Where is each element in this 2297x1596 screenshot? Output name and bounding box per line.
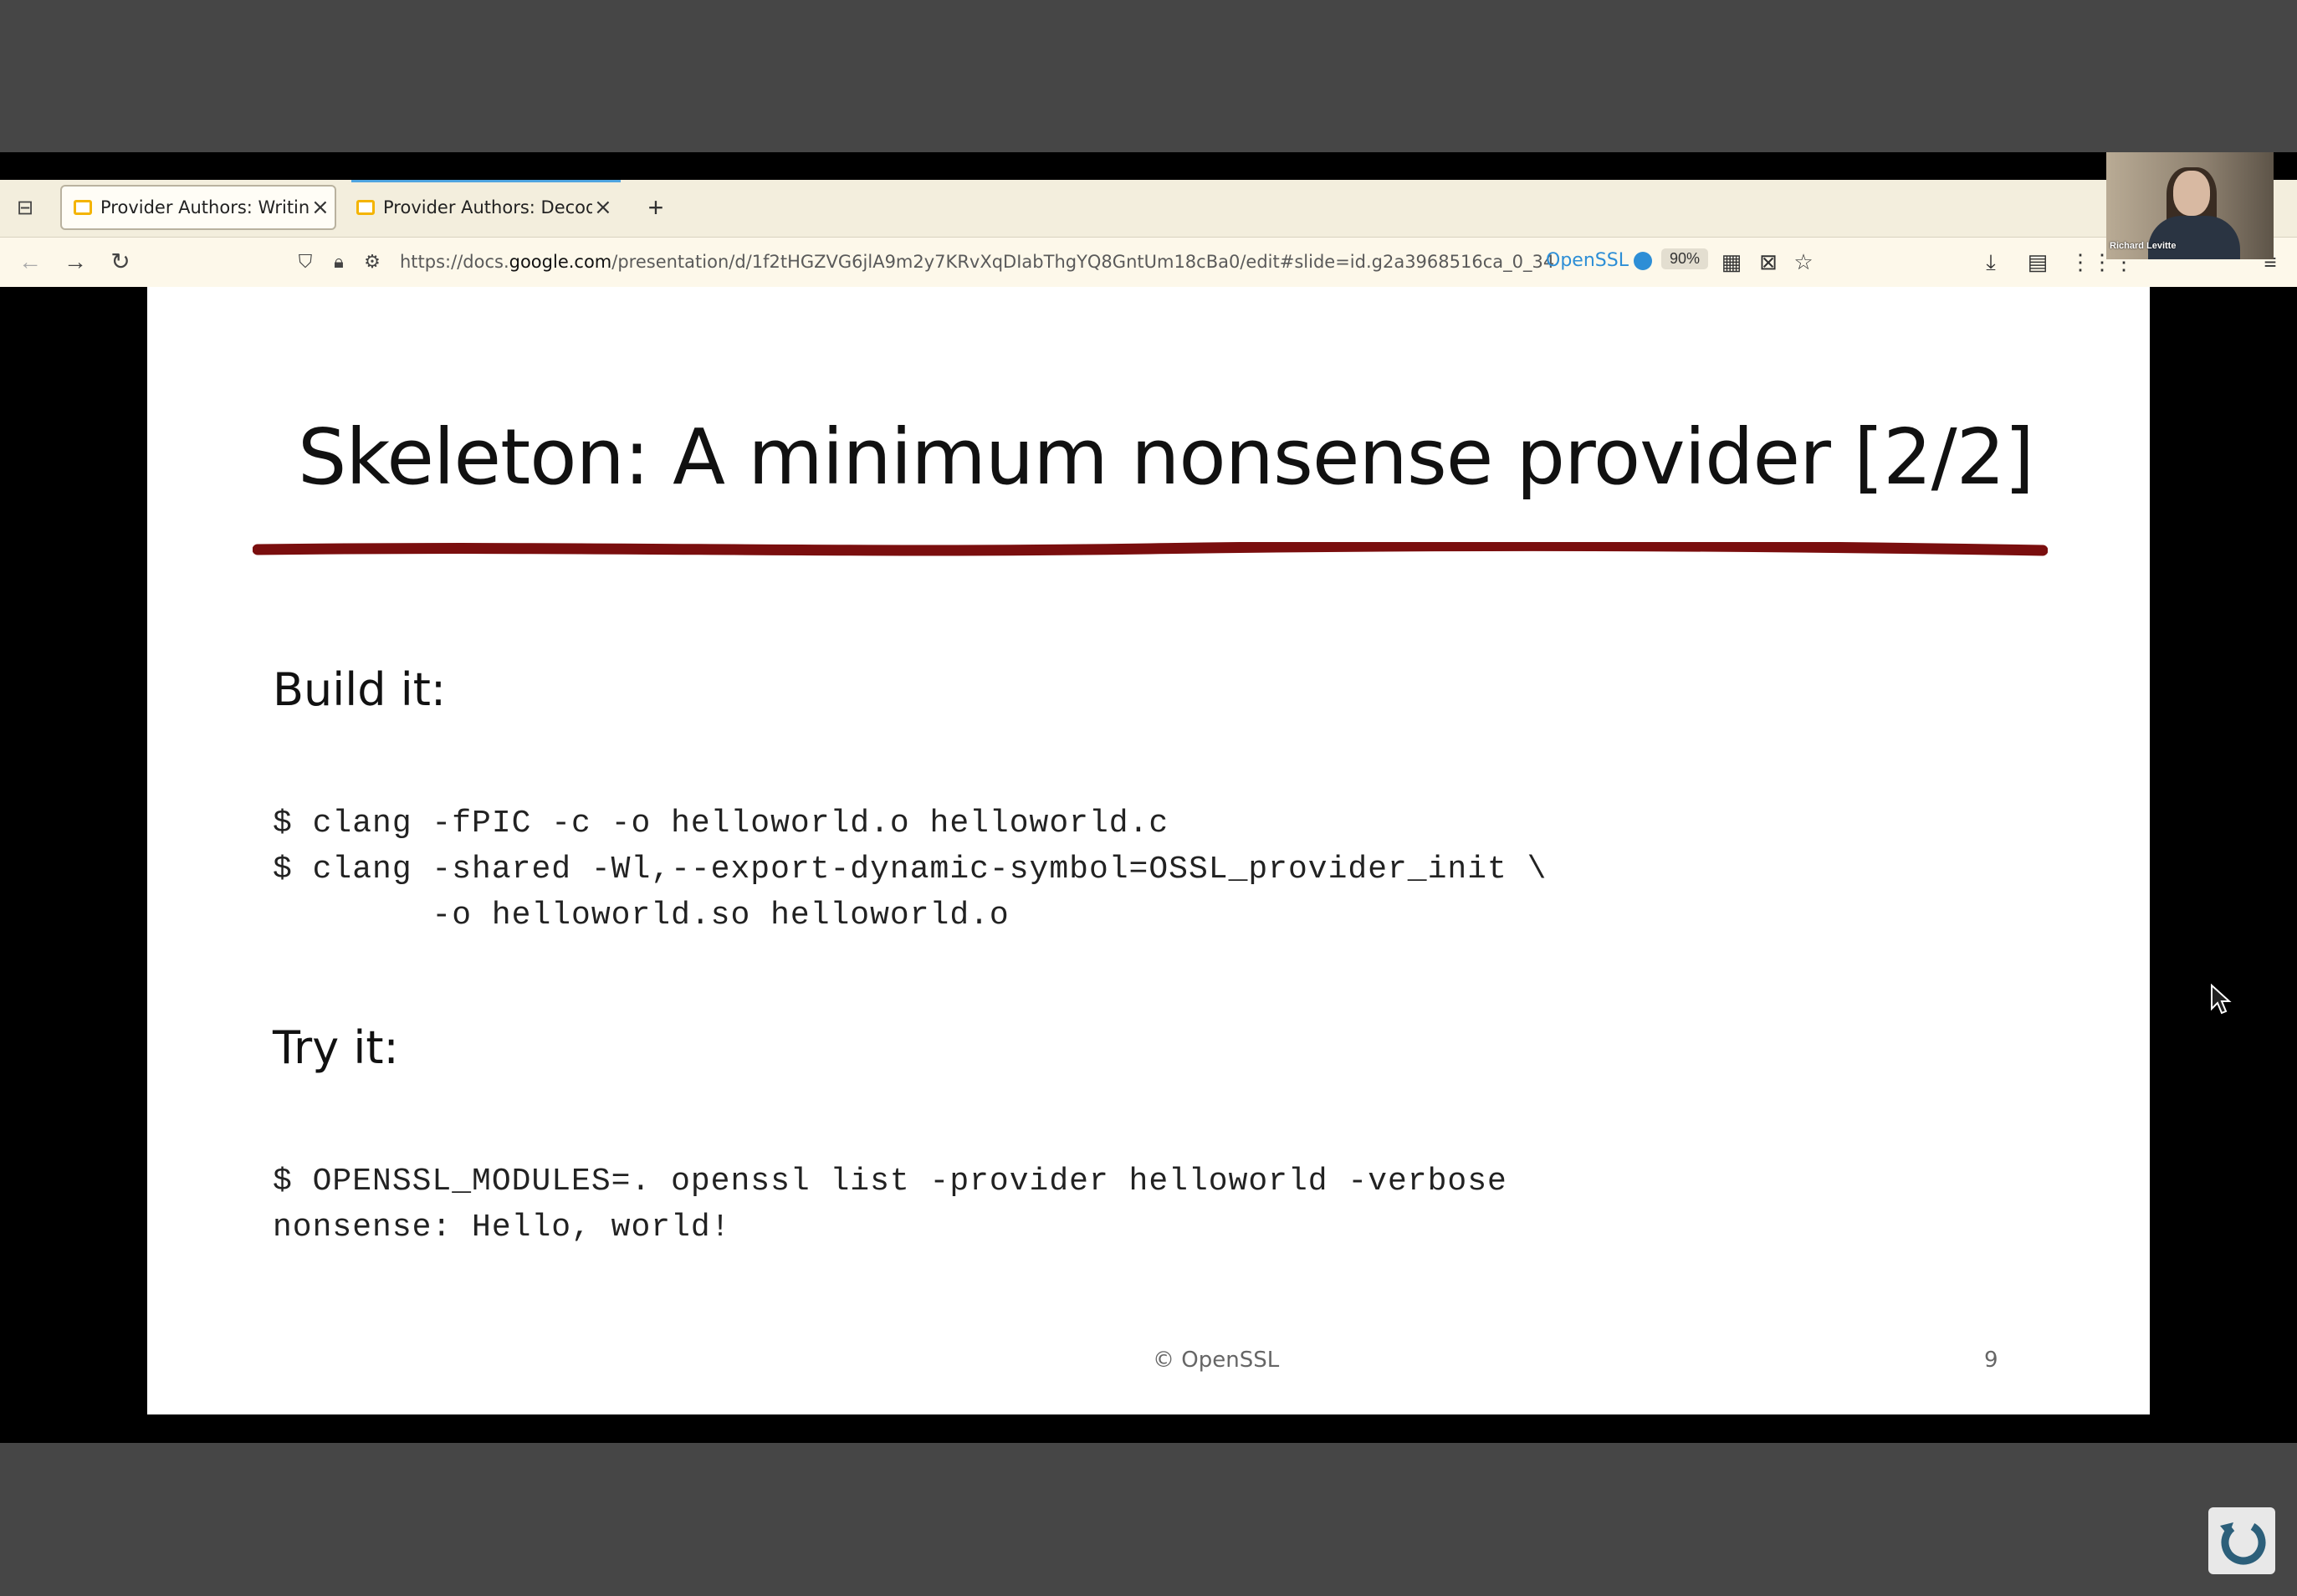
code-line: nonsense: Hello, world! xyxy=(273,1210,731,1246)
build-heading: Build it: xyxy=(273,663,447,716)
tab-strip: ⊟ Provider Authors: Writing a × Provider… xyxy=(0,180,2297,238)
code-line: $ OPENSSL_MODULES=. openssl list -provid… xyxy=(273,1164,1507,1200)
new-tab-icon[interactable]: + xyxy=(641,193,671,223)
bottom-letterbox xyxy=(0,1443,2297,1596)
zoom-level-badge[interactable]: 90% xyxy=(1661,248,1709,269)
grid-extension-icon[interactable]: ▦ xyxy=(1716,247,1747,277)
apps-grid-icon[interactable]: ⋮⋮⋮ xyxy=(2069,247,2135,277)
slides-favicon-icon xyxy=(74,200,92,215)
app-logo xyxy=(2208,1507,2275,1574)
url-text[interactable]: https://docs.google.com/presentation/d/1… xyxy=(400,252,1554,272)
top-letterbox xyxy=(0,0,2297,152)
presenter-name: Richard Levitte xyxy=(2110,241,2177,251)
refresh-logo-icon xyxy=(2220,1520,2266,1565)
container-dot-icon xyxy=(1633,252,1652,270)
code-line: -o helloworld.so helloworld.o xyxy=(273,898,1010,934)
tab-provider-writing[interactable]: Provider Authors: Writing a × xyxy=(60,185,336,230)
reload-icon[interactable]: ↻ xyxy=(105,247,136,277)
browser-window: ⊟ Provider Authors: Writing a × Provider… xyxy=(0,180,2297,287)
presenter-face xyxy=(2173,171,2210,216)
tab-list-icon[interactable]: ⊟ xyxy=(12,195,38,222)
reader-icon[interactable]: ▤ xyxy=(2023,247,2053,277)
code-line: $ clang -fPIC -c -o helloworld.o hellowo… xyxy=(273,806,1169,841)
try-heading: Try it: xyxy=(273,1021,399,1074)
slide-footer: © OpenSSL xyxy=(1153,1348,1280,1373)
slides-favicon-icon xyxy=(356,200,375,215)
tab-title: Provider Authors: Decoder xyxy=(383,197,592,217)
no-image-icon[interactable]: ⊠ xyxy=(1753,247,1783,277)
download-icon[interactable]: ⤓ xyxy=(1976,247,2006,277)
webcam-overlay: Richard Levitte xyxy=(2106,152,2274,259)
tab-title: Provider Authors: Writing a xyxy=(100,197,310,217)
openssl-container-label[interactable]: OpenSSL xyxy=(1546,250,1652,271)
lock-icon[interactable]: 🔒︎ xyxy=(326,251,351,273)
close-icon[interactable]: × xyxy=(311,195,330,220)
back-icon[interactable]: ← xyxy=(15,247,45,277)
forward-icon[interactable]: → xyxy=(60,247,90,277)
presenter-body xyxy=(2148,216,2240,259)
permissions-icon[interactable]: ⚙ xyxy=(360,251,385,273)
bookmark-star-icon[interactable]: ☆ xyxy=(1788,247,1819,277)
tab-provider-decoder[interactable]: Provider Authors: Decoder × xyxy=(345,180,621,230)
code-line: $ clang -shared -Wl,--export-dynamic-sym… xyxy=(273,852,1548,888)
presentation-slide: Skeleton: A minimum nonsense provider [2… xyxy=(147,287,2150,1414)
title-underline xyxy=(253,542,2048,556)
shield-icon[interactable]: ⛉ xyxy=(293,251,318,273)
slide-title: Skeleton: A minimum nonsense provider [2… xyxy=(298,412,2034,502)
mouse-cursor-icon xyxy=(2211,984,2232,1015)
close-icon[interactable]: × xyxy=(594,195,612,220)
slide-page-number: 9 xyxy=(1984,1348,1998,1373)
nav-bar: ← → ↻ ⛉ 🔒︎ ⚙ https://docs.google.com/pre… xyxy=(0,237,2297,287)
